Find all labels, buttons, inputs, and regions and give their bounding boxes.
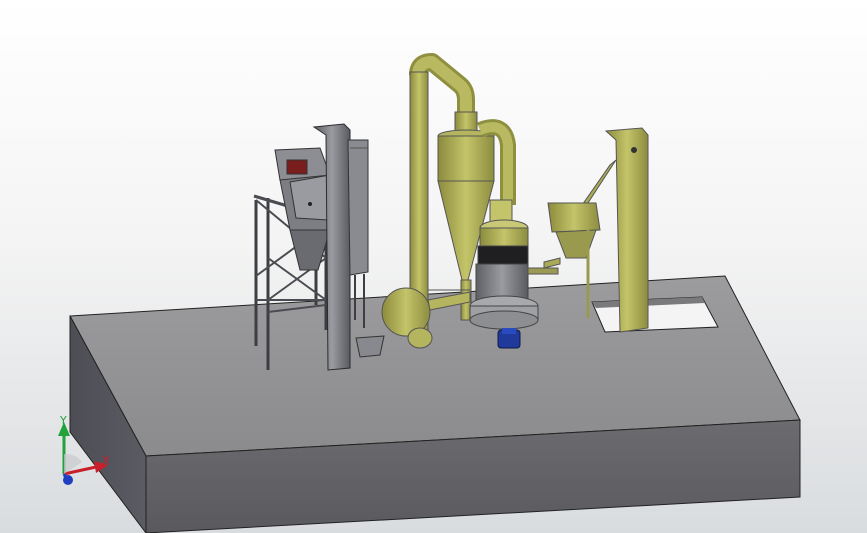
discharge-chute [355, 335, 385, 358]
x-axis-label: X [102, 454, 110, 467]
y-axis-label: Y [59, 414, 67, 427]
cad-model-scene[interactable] [0, 0, 867, 533]
z-axis-arrow [63, 475, 73, 485]
mill-belt-band [477, 245, 529, 265]
dust-collector [347, 139, 369, 276]
elevator-feed-hopper [547, 202, 601, 233]
crusher-jaw-part [286, 159, 308, 175]
platform-slab [69, 275, 801, 533]
coordinate-triad: Y X [58, 414, 110, 485]
cyclone-body [437, 135, 495, 182]
classifier [479, 227, 529, 247]
mill-housing [475, 263, 529, 301]
graphics-viewport[interactable]: Y X [0, 0, 867, 533]
grinding-mill-assembly[interactable] [381, 53, 561, 349]
